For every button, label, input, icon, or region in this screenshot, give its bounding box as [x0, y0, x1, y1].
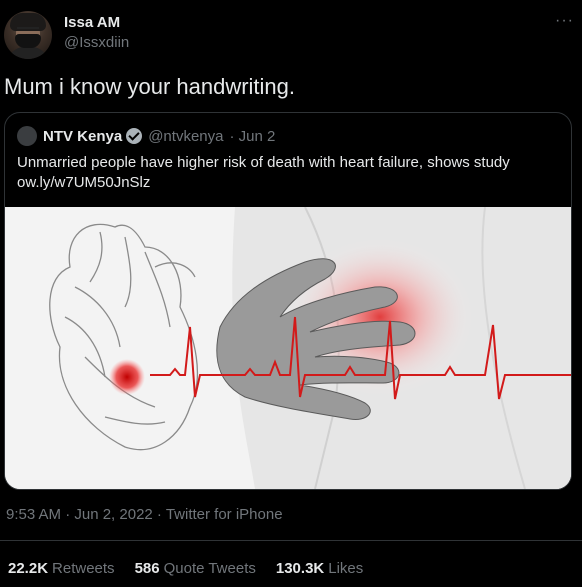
quoted-tweet-text: Unmarried people have higher risk of dea…	[17, 153, 557, 193]
likes-label: Likes	[328, 560, 364, 577]
divider	[0, 540, 582, 541]
avatar-body	[8, 47, 48, 59]
verified-badge-icon	[126, 128, 143, 144]
quoted-author-name[interactable]: NTV Kenya	[43, 128, 122, 145]
retweets-label: Retweets	[52, 560, 115, 577]
avatar-glasses	[17, 27, 39, 34]
author-name[interactable]: Issa AM	[64, 14, 120, 31]
quoted-text-body: Unmarried people have higher risk of dea…	[17, 154, 510, 171]
tweet-timestamp[interactable]: 9:53 AM · Jun 2, 2022 · Twitter for iPho…	[6, 506, 283, 523]
heart-ecg-image[interactable]	[5, 207, 571, 489]
heart-pulse-dot	[109, 359, 145, 395]
tweet-header: Issa AM @Issxdiin ···	[4, 8, 578, 64]
quoted-tweet-header: NTV Kenya @ntvkenya · Jun 2	[17, 125, 275, 147]
tweet-stats: 22.2K Retweets 586 Quote Tweets 130.3K Like…	[8, 560, 363, 577]
more-options-icon[interactable]: ···	[555, 12, 574, 30]
retweets-stat[interactable]: 22.2K Retweets	[8, 560, 115, 577]
avatar[interactable]	[4, 11, 52, 59]
quote-tweets-label: Quote Tweets	[163, 560, 256, 577]
quoted-date[interactable]: · Jun 2	[229, 128, 275, 145]
quote-tweets-count: 586	[134, 560, 160, 577]
quoted-link[interactable]: ow.ly/w7UM50JnSlz	[17, 173, 557, 193]
author-handle[interactable]: @Issxdiin	[64, 34, 129, 51]
likes-count: 130.3K	[275, 560, 325, 577]
quoted-avatar[interactable]	[17, 126, 37, 146]
quoted-tweet[interactable]: NTV Kenya @ntvkenya · Jun 2 Unmarried pe…	[4, 112, 572, 490]
tweet-text: Mum i know your handwriting.	[4, 74, 296, 99]
quote-tweets-stat[interactable]: 586 Quote Tweets	[135, 560, 256, 577]
likes-stat[interactable]: 130.3K Likes	[276, 560, 363, 577]
retweets-count: 22.2K	[8, 560, 49, 577]
quoted-author-handle[interactable]: @ntvkenya	[148, 128, 223, 145]
avatar-mask	[15, 34, 41, 48]
